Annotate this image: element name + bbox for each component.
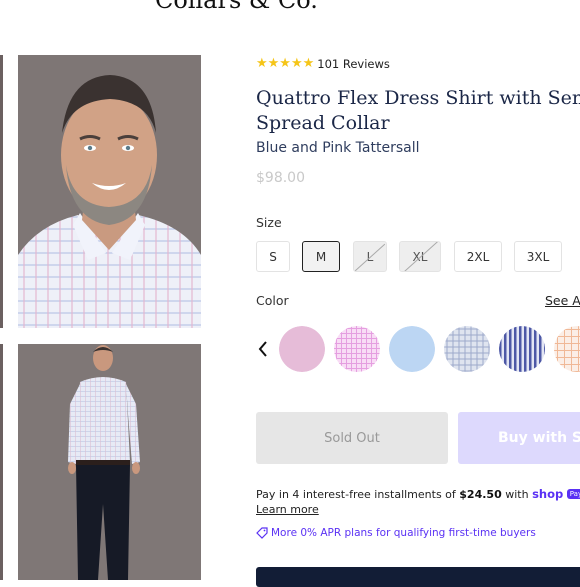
color-swatch-blue-grey-check[interactable] <box>444 326 490 372</box>
apr-plans-link[interactable]: More 0% APR plans for qualifying first-t… <box>256 527 536 539</box>
product-image-portrait[interactable] <box>18 55 201 328</box>
installments-suffix: with <box>501 488 533 501</box>
product-variant: Blue and Pink Tattersall <box>256 140 420 156</box>
buy-with-shop-button[interactable]: Buy with Sh <box>458 412 580 464</box>
learn-more-link[interactable]: Learn more <box>256 503 319 516</box>
color-swatch-pink-solid[interactable] <box>279 326 325 372</box>
sold-out-button[interactable]: Sold Out <box>256 412 448 464</box>
see-all-colors-link[interactable]: See All <box>545 293 580 308</box>
product-image-full-body[interactable] <box>18 344 201 580</box>
size-option-s[interactable]: S <box>256 241 290 272</box>
shop-pay-logo: shop <box>532 487 564 501</box>
tag-icon <box>256 527 268 539</box>
color-label: Color <box>256 293 289 308</box>
product-rating[interactable]: ★★★★★ 101 Reviews <box>256 56 390 71</box>
size-option-l[interactable]: L <box>353 241 387 272</box>
product-price: $98.00 <box>256 170 305 186</box>
chevron-left-icon[interactable] <box>257 340 269 358</box>
gallery-edge-1 <box>0 55 3 328</box>
product-title-line2: Spread Collar <box>256 112 390 134</box>
size-option-2xl[interactable]: 2XL <box>454 241 502 272</box>
gallery-edge-2 <box>0 344 3 580</box>
size-option-m[interactable]: M <box>302 241 340 272</box>
reviews-count: 101 Reviews <box>317 56 390 71</box>
product-title: Quattro Flex Dress Shirt with Semi- Spre… <box>256 86 580 136</box>
color-swatch-orange-check[interactable] <box>554 326 580 372</box>
color-swatch-blue-solid[interactable] <box>389 326 435 372</box>
color-swatch-pink-check[interactable] <box>334 326 380 372</box>
rating-stars-icon: ★★★★★ <box>256 56 315 71</box>
size-option-xl[interactable]: XL <box>399 241 441 272</box>
shop-pay-badge: Pay <box>566 489 580 499</box>
installments-prefix: Pay in 4 interest-free installments of <box>256 488 460 501</box>
installment-amount: $24.50 <box>459 488 502 501</box>
add-to-cart-button[interactable] <box>256 567 580 587</box>
size-label: Size <box>256 215 282 230</box>
brand-logo[interactable]: Collars & Co. <box>155 0 318 14</box>
product-title-line1: Quattro Flex Dress Shirt with Semi- <box>256 87 580 109</box>
color-swatch-navy-stripe[interactable] <box>499 326 545 372</box>
installments-text: Pay in 4 interest-free installments of $… <box>256 487 580 501</box>
apr-plans-text: More 0% APR plans for qualifying first-t… <box>271 527 536 539</box>
size-option-3xl[interactable]: 3XL <box>514 241 562 272</box>
